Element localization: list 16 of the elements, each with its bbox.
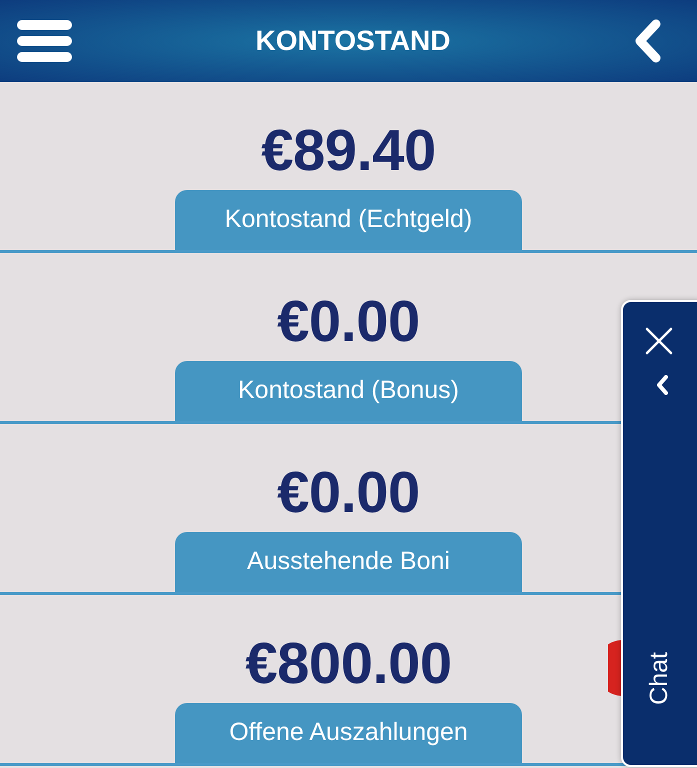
balance-amount: €89.40 [261,122,436,180]
chevron-left-icon[interactable] [656,375,668,395]
balance-label: Kontostand (Echtgeld) [175,190,522,250]
balance-amount: €0.00 [277,464,420,522]
balance-label: Offene Auszahlungen [175,703,522,763]
back-icon[interactable] [634,19,662,63]
balance-amount: €800.00 [245,635,452,693]
balance-label: Kontostand (Bonus) [175,361,522,421]
chat-label: Chat [646,652,672,705]
menu-icon[interactable] [17,20,72,62]
floating-button[interactable] [608,640,623,696]
chat-panel[interactable]: Chat [621,300,697,767]
balance-label: Ausstehende Boni [175,532,522,592]
page-title: KONTOSTAND [256,27,450,55]
balance-amount: €0.00 [277,293,420,351]
close-icon[interactable] [645,327,673,355]
